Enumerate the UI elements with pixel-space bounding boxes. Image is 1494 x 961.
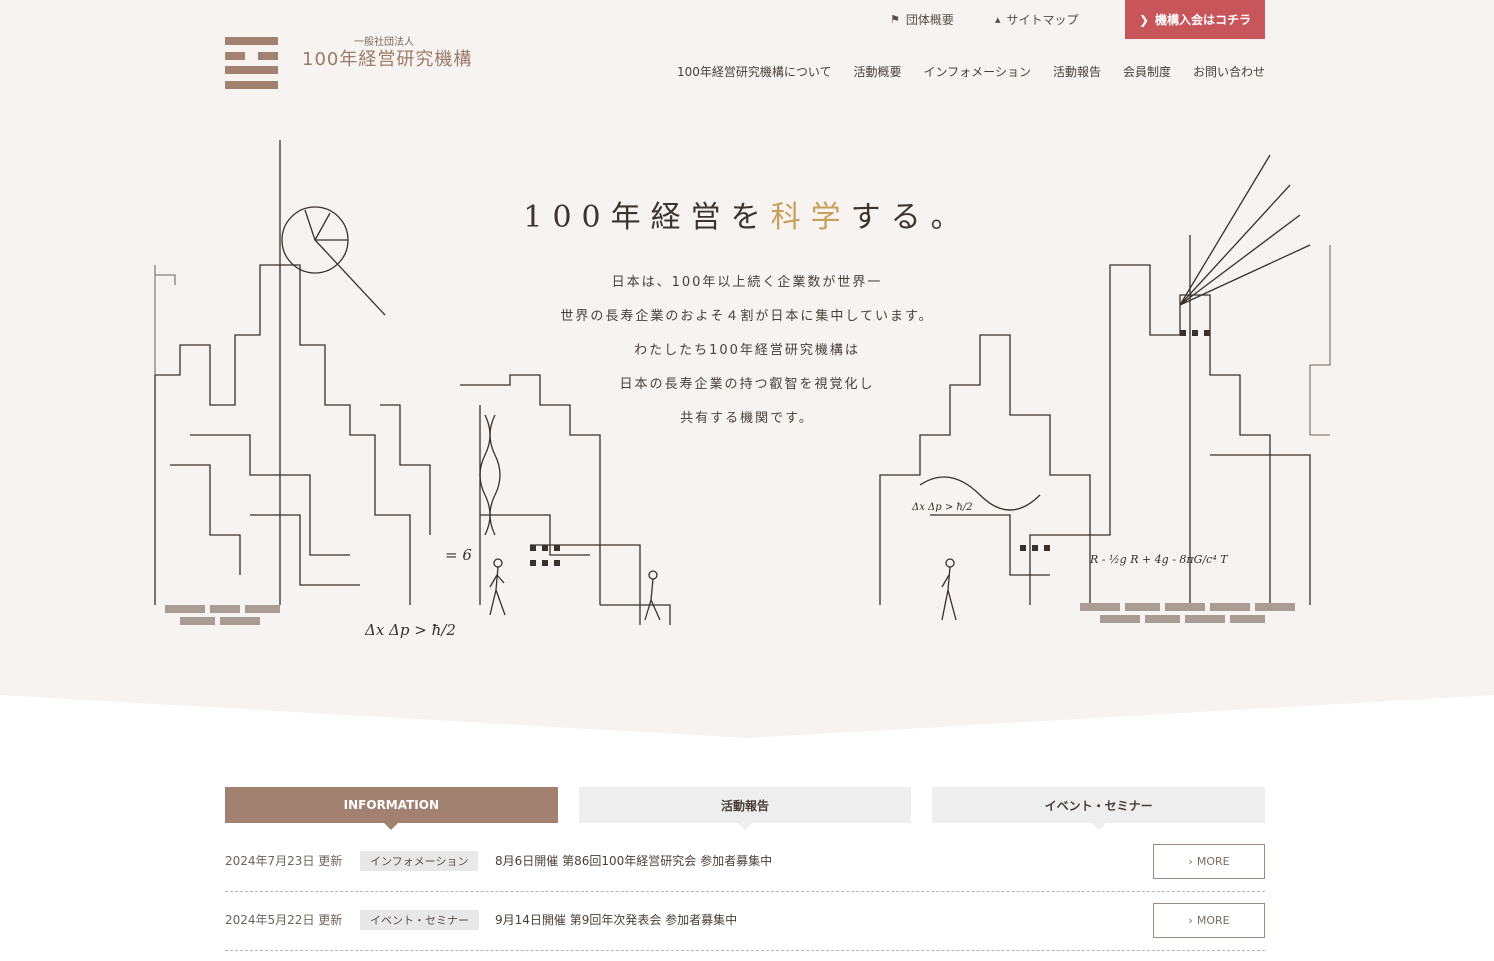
chevron-right-icon: › — [1188, 914, 1193, 927]
util-link-about-label: 団体概要 — [905, 13, 954, 27]
catch-before: 100年経営を — [523, 200, 771, 235]
news-title[interactable]: 8月6日開催 第86回100年経営研究会 参加者募集中 — [495, 852, 772, 869]
chevron-right-icon: ❯ — [1138, 12, 1150, 27]
lead-line-3: わたしたち100年経営研究機構は — [634, 343, 860, 358]
nav-item-about[interactable]: 100年経営研究機構について — [677, 63, 832, 80]
formula-equals-six: = 6 — [445, 546, 472, 564]
sitemap-icon: ▴ — [995, 13, 1001, 26]
news-list: 2024年7月23日 更新 インフォメーション 8月6日開催 第86回100年経… — [225, 843, 1265, 961]
lead-line-5: 共有する機関です。 — [680, 411, 814, 426]
news-item[interactable]: 2024年7月23日 更新 インフォメーション 8月6日開催 第86回100年経… — [225, 843, 1265, 892]
formula-uncertainty-right: Δx Δp > ħ/2 — [911, 502, 973, 513]
formula-einstein: R - ½g R + 4g - 8πG/c⁴ T — [1089, 553, 1229, 566]
nav-item-reports[interactable]: 活動報告 — [1053, 63, 1101, 80]
lead-line-1: 日本は、100年以上続く企業数が世界一 — [611, 275, 883, 290]
hero-lead: 日本は、100年以上続く企業数が世界一 世界の長寿企業のおよそ４割が日本に集中し… — [0, 270, 1494, 440]
more-button-label: MORE — [1196, 914, 1230, 927]
news-title[interactable]: 9月14日開催 第9回年次発表会 参加者募集中 — [495, 911, 737, 928]
news-tabs: INFORMATION 活動報告 イベント・セミナー — [225, 787, 1266, 830]
util-link-about[interactable]: ⚑ 団体概要 — [890, 0, 954, 39]
formula-uncertainty-left: Δx Δp > ħ/2 — [364, 621, 456, 639]
news-date: 2024年5月22日 更新 — [225, 913, 343, 927]
nav-item-membership[interactable]: 会員制度 — [1123, 63, 1171, 80]
hero-catchcopy: 100年経営を科学する。 — [0, 192, 1494, 236]
join-button[interactable]: ❯ 機構入会はコチラ — [1125, 0, 1265, 39]
nav-item-activities[interactable]: 活動概要 — [854, 63, 902, 80]
more-button[interactable]: › MORE — [1153, 903, 1265, 938]
catch-after: する。 — [850, 200, 971, 235]
news-category-badge: イベント・セミナー — [360, 910, 479, 930]
lead-line-4: 日本の長寿企業の持つ叡智を視覚化し — [619, 377, 875, 392]
news-date: 2024年7月23日 更新 — [225, 854, 343, 868]
flag-icon: ⚑ — [890, 13, 900, 26]
util-link-sitemap[interactable]: ▴ サイトマップ — [995, 0, 1079, 39]
logo[interactable]: 一般社団法人 100年経営研究機構 — [225, 37, 472, 89]
catch-highlight: 科学 — [770, 200, 851, 235]
nav-item-contact[interactable]: お問い合わせ — [1193, 63, 1265, 80]
logo-title: 100年経営研究機構 — [302, 49, 473, 70]
lead-line-2: 世界の長寿企業のおよそ４割が日本に集中しています。 — [560, 309, 934, 324]
logo-mark-icon — [225, 37, 278, 89]
tab-events[interactable]: イベント・セミナー — [932, 787, 1266, 830]
tab-reports[interactable]: 活動報告 — [578, 787, 912, 830]
logo-subtitle: 一般社団法人 — [354, 37, 414, 48]
more-button-label: MORE — [1196, 855, 1230, 868]
nav-item-information[interactable]: インフォメーション — [924, 63, 1031, 80]
join-button-label: 機構入会はコチラ — [1155, 13, 1252, 27]
tab-information[interactable]: INFORMATION — [225, 787, 558, 830]
main-nav: 100年経営研究機構について 活動概要 インフォメーション 活動報告 会員制度 … — [677, 63, 1265, 80]
util-link-sitemap-label: サイトマップ — [1006, 13, 1079, 27]
chevron-right-icon: › — [1188, 855, 1193, 868]
news-item[interactable]: 2024年5月22日 更新 イベント・セミナー 9月14日開催 第9回年次発表会… — [225, 902, 1265, 951]
news-category-badge: インフォメーション — [360, 851, 479, 871]
more-button[interactable]: › MORE — [1153, 844, 1265, 879]
